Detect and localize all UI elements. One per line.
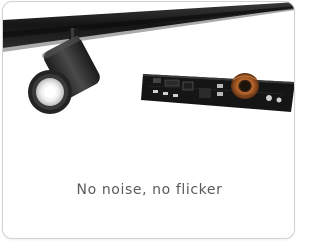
product-photo: [3, 2, 294, 114]
track-rail: [3, 2, 294, 52]
inductor-coil: [231, 73, 259, 99]
feature-card: No noise, no flicker: [2, 1, 295, 239]
feature-caption: No noise, no flicker: [76, 182, 223, 198]
driver-pcb: [141, 74, 294, 112]
